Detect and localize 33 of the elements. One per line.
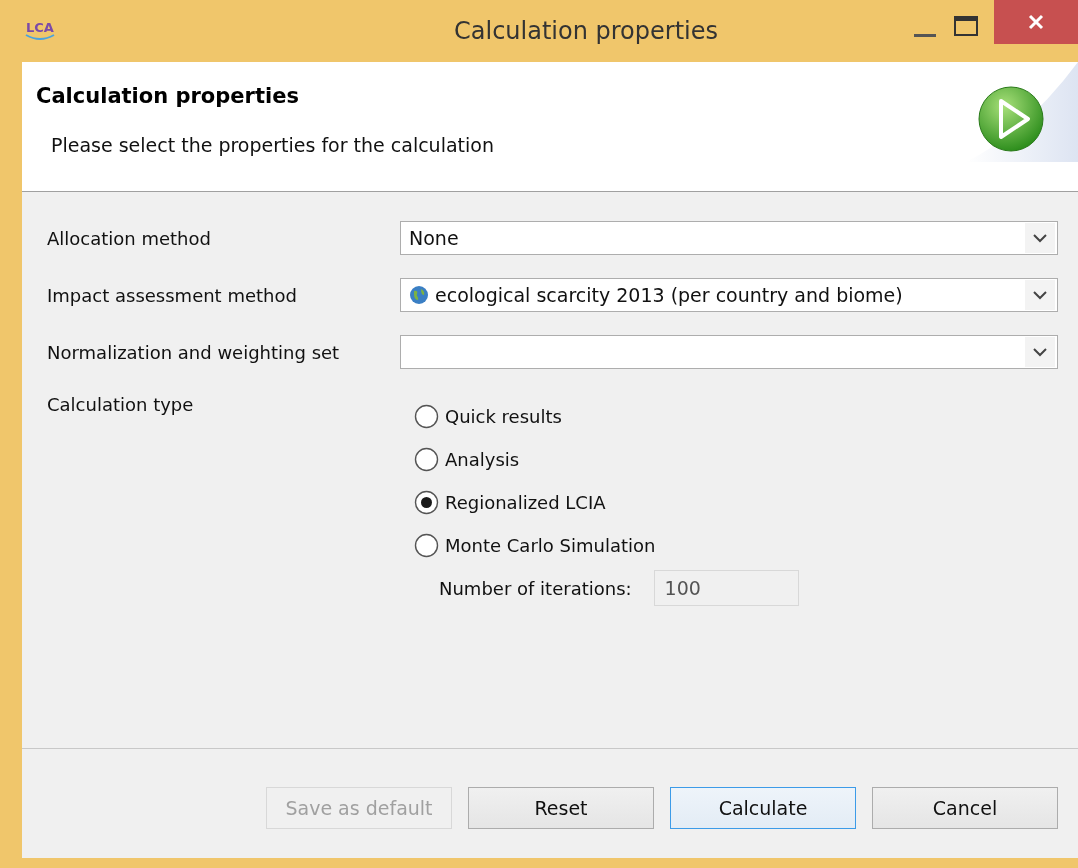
chevron-down-icon[interactable] (1033, 233, 1047, 243)
dialog-button[interactable]: Cancel (872, 786, 1058, 829)
radio-option[interactable]: Monte Carlo Simulation (414, 533, 1058, 558)
field-label: Allocation method (47, 227, 212, 249)
maximize-icon[interactable] (954, 16, 978, 36)
radio-button[interactable] (414, 404, 439, 429)
globe-icon (409, 285, 429, 305)
app-logo: LCA (22, 16, 58, 46)
dropdown-field[interactable]: None (400, 221, 1058, 255)
dropdown-field[interactable] (400, 335, 1058, 369)
field-label: Calculation type (47, 394, 195, 415)
radio-button[interactable] (414, 533, 439, 558)
window-title: Calculation properties (453, 17, 719, 45)
chevron-down-icon[interactable] (1033, 347, 1047, 357)
dialog-button[interactable]: Reset (468, 786, 654, 829)
radio-button[interactable] (414, 490, 439, 515)
radio-option[interactable]: Analysis (414, 447, 1058, 472)
radio-option[interactable]: Regionalized LCIA (414, 490, 1058, 515)
close-button[interactable] (994, 0, 1078, 44)
dialog-button[interactable]: Calculate (670, 786, 856, 829)
radio-option[interactable]: Quick results (414, 404, 1058, 429)
dropdown-field[interactable]: ecological scarcity 2013 (per country and biome) (400, 278, 1058, 312)
combo-value: ecological scarcity 2013 (per country and biome) (435, 284, 904, 306)
page-description: Please select the properties for the calculation (51, 134, 494, 156)
field-label: Normalization and weighting set (47, 341, 341, 363)
combo-value: None (409, 227, 460, 249)
minimize-icon[interactable] (914, 34, 936, 38)
field-label: Number of iterations: (439, 577, 632, 599)
close-icon[interactable] (1028, 14, 1044, 30)
page-title: Calculation properties (36, 84, 299, 108)
field-label: Impact assessment method (47, 284, 298, 306)
chevron-down-icon[interactable] (1033, 290, 1047, 300)
radio-button[interactable] (414, 447, 439, 472)
